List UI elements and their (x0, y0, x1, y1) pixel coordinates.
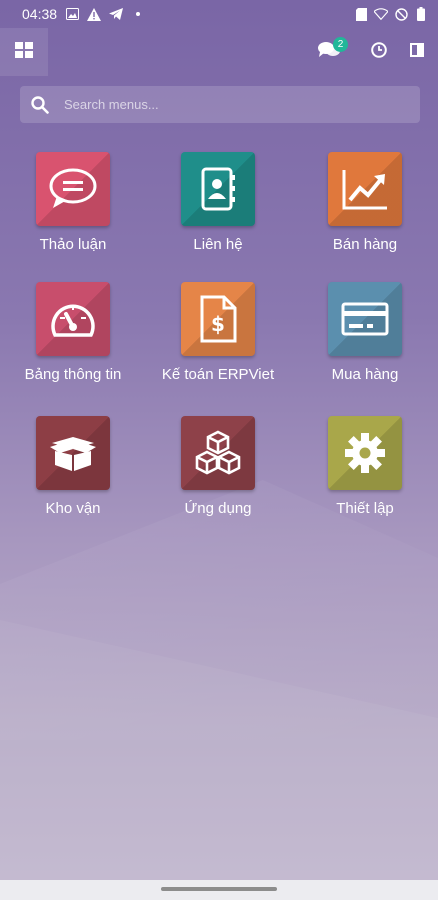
dot-icon (131, 7, 145, 21)
chat-bubble-icon (36, 152, 110, 226)
app-ung-dung[interactable]: Ứng dụng (148, 416, 288, 536)
app-label: Thảo luận (39, 236, 107, 253)
cubes-icon (181, 416, 255, 490)
side-panel-button[interactable] (404, 38, 430, 66)
app-label: Bảng thông tin (24, 366, 122, 383)
app-tile[interactable] (328, 282, 402, 356)
app-mua-hang[interactable]: Mua hàng (295, 282, 435, 402)
top-navbar: 2 (0, 28, 438, 76)
app-tile[interactable] (36, 152, 110, 226)
battery-icon (414, 7, 428, 21)
search-input[interactable] (62, 96, 396, 113)
wifi-icon (374, 7, 388, 21)
address-book-icon (181, 152, 255, 226)
system-navigation-bar (0, 880, 438, 900)
dashboard-gauge-icon (36, 282, 110, 356)
app-tile[interactable] (328, 152, 402, 226)
app-tile[interactable]: $ (181, 282, 255, 356)
app-lien-he[interactable]: Liên hệ (148, 152, 288, 272)
app-kho-van[interactable]: Kho vận (3, 416, 143, 536)
status-bar: 04:38 (0, 0, 438, 28)
svg-text:$: $ (211, 312, 225, 336)
app-tile[interactable] (328, 416, 402, 490)
app-tile[interactable] (181, 416, 255, 490)
app-label: Mua hàng (331, 366, 399, 383)
telegram-icon (109, 7, 124, 21)
app-tile[interactable] (181, 152, 255, 226)
messages-count-badge: 2 (333, 37, 348, 52)
open-box-icon (36, 416, 110, 490)
credit-card-icon (328, 282, 402, 356)
search-menus-bar[interactable] (20, 86, 420, 123)
do-not-disturb-icon (394, 7, 408, 21)
app-thiet-lap[interactable]: Thiết lập (295, 416, 435, 536)
app-label: Bán hàng (332, 236, 398, 253)
status-time: 04:38 (22, 6, 58, 22)
apps-grid-icon (15, 41, 33, 63)
app-menu-button[interactable] (0, 28, 48, 76)
app-ban-hang[interactable]: Bán hàng (295, 152, 435, 272)
app-bang-thong-tin[interactable]: Bảng thông tin (3, 282, 143, 402)
app-label: Liên hệ (193, 236, 243, 253)
warning-icon (87, 7, 102, 21)
image-notification-icon (65, 7, 79, 21)
activities-button[interactable] (366, 38, 392, 66)
app-ke-toan-erpviet[interactable]: $ Kế toán ERPViet (148, 282, 288, 402)
app-thao-luan[interactable]: Thảo luận (3, 152, 143, 272)
trending-chart-icon (328, 152, 402, 226)
gear-icon (328, 416, 402, 490)
dollar-document-icon: $ (181, 282, 255, 356)
app-tile[interactable] (36, 282, 110, 356)
app-label: Thiết lập (336, 500, 394, 517)
app-label: Ứng dụng (184, 500, 252, 517)
sim-icon (354, 7, 368, 21)
clock-icon (371, 41, 387, 63)
search-icon (30, 95, 50, 115)
app-label: Kho vận (45, 500, 101, 517)
app-tile[interactable] (36, 416, 110, 490)
sidebar-toggle-icon (410, 42, 424, 62)
home-gesture-handle[interactable] (161, 887, 277, 891)
app-label: Kế toán ERPViet (161, 366, 275, 383)
